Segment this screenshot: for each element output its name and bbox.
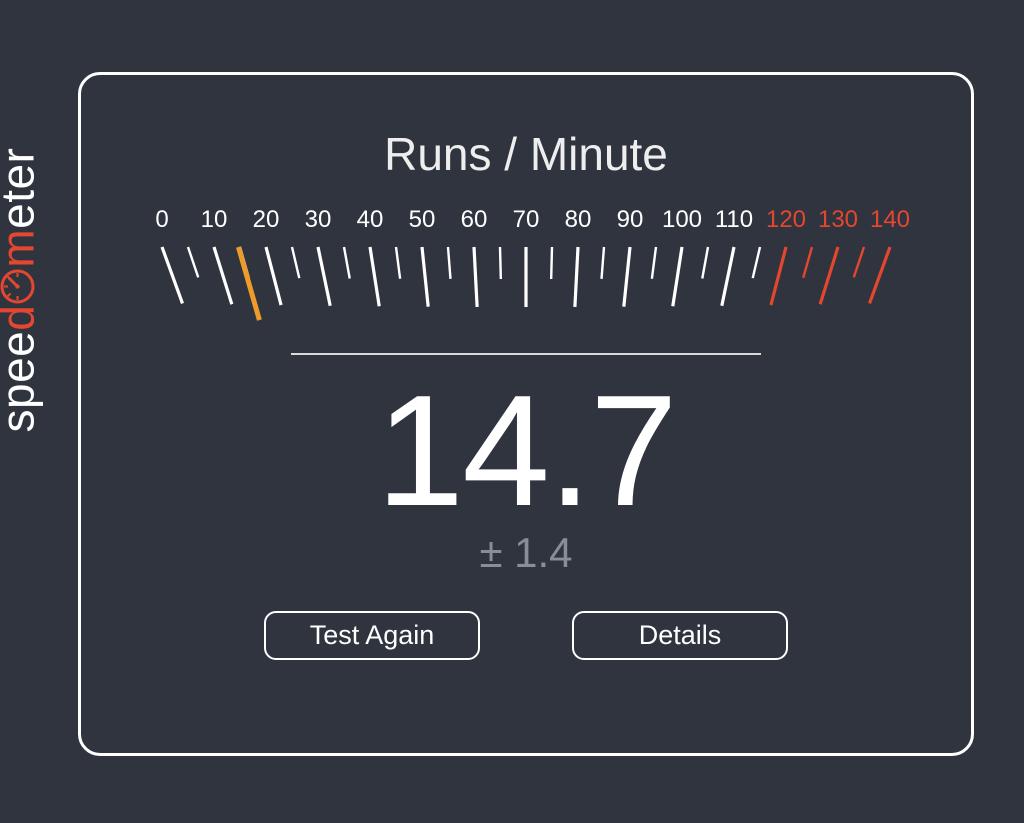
error-margin: ± 1.4 <box>81 529 971 577</box>
svg-text:60: 60 <box>461 206 488 233</box>
score-value: 14.7 <box>81 369 971 535</box>
gauge-icon <box>0 270 46 304</box>
divider <box>291 353 761 355</box>
test-again-button[interactable]: Test Again <box>264 611 480 660</box>
svg-text:10: 10 <box>201 206 228 233</box>
logo-text: eter <box>0 148 44 229</box>
svg-text:120: 120 <box>766 206 806 233</box>
svg-text:100: 100 <box>662 206 702 233</box>
logo-text: spee <box>0 331 44 433</box>
details-button[interactable]: Details <box>572 611 788 660</box>
metric-title: Runs / Minute <box>81 127 971 181</box>
svg-text:50: 50 <box>409 206 436 233</box>
svg-text:130: 130 <box>818 206 858 233</box>
svg-text:110: 110 <box>715 206 753 233</box>
logo-text: m <box>0 229 44 268</box>
speedometer-gauge: 0 10 20 30 40 50 60 70 80 90 100 110 120 130 140 <box>126 199 926 339</box>
svg-text:80: 80 <box>565 206 592 233</box>
svg-text:0: 0 <box>155 206 168 233</box>
svg-text:140: 140 <box>870 206 910 233</box>
action-buttons: Test Again Details <box>81 611 971 660</box>
logo-text: d <box>0 305 44 331</box>
result-panel: Runs / Minute 0 10 20 30 40 50 60 70 80 90 100 110 1… <box>78 72 974 756</box>
svg-text:90: 90 <box>617 206 644 233</box>
svg-text:40: 40 <box>357 206 384 233</box>
svg-text:70: 70 <box>513 206 540 233</box>
speedometer-logo: speed meter <box>0 148 46 433</box>
svg-text:30: 30 <box>305 206 332 233</box>
svg-text:20: 20 <box>253 206 280 233</box>
